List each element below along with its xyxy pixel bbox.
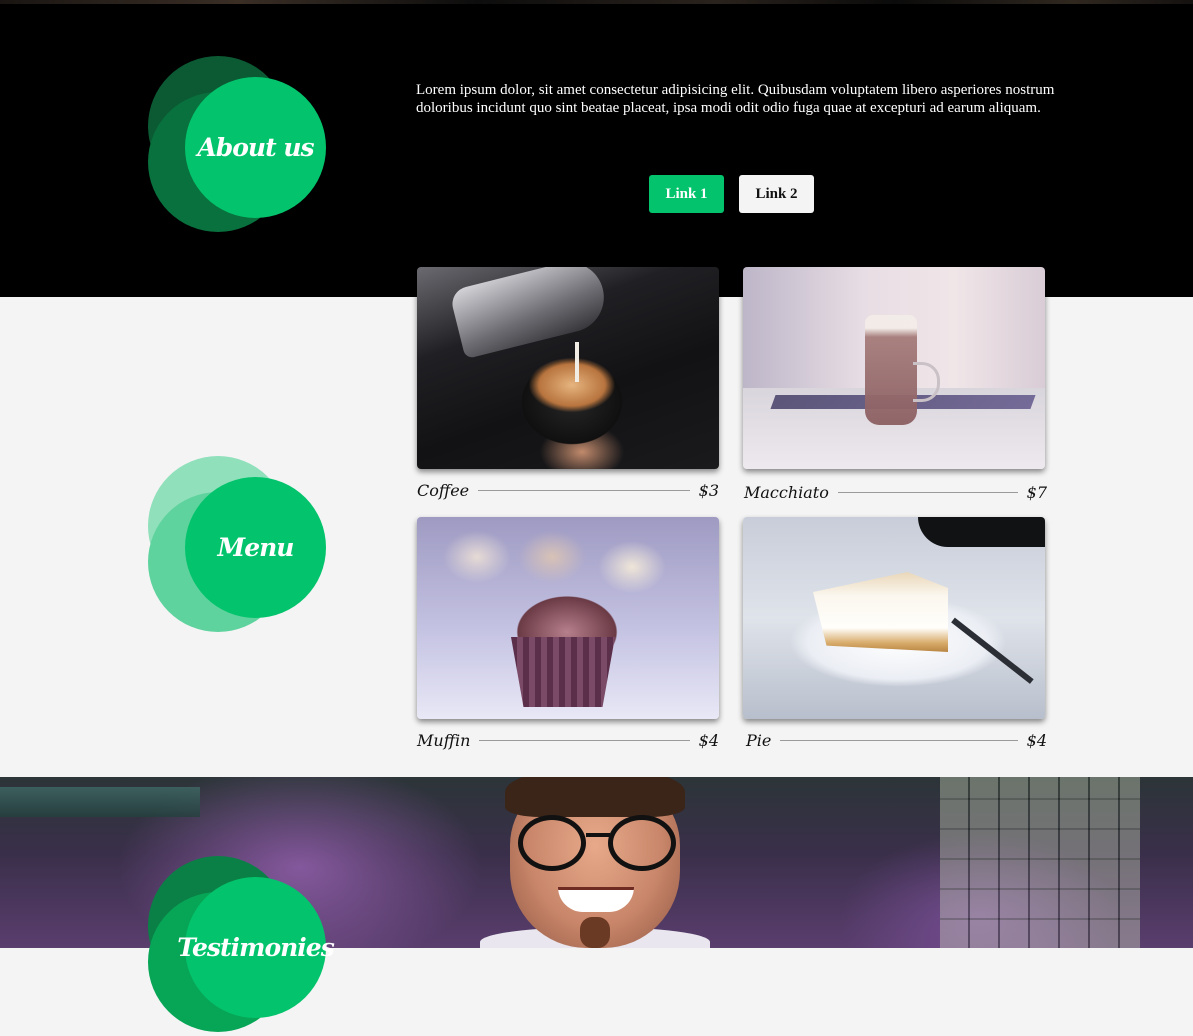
menu-item-name: Macchiato (744, 482, 829, 502)
testimonial-person-photo (480, 777, 710, 948)
coffee-image (417, 267, 719, 469)
menu-item-macchiato: Macchiato $7 (744, 480, 1047, 504)
link-2-button[interactable]: Link 2 (739, 175, 814, 213)
muffin-image (417, 517, 719, 719)
menu-item-divider (479, 739, 690, 741)
person-hair (505, 777, 685, 817)
menu-item-name: Muffin (417, 730, 471, 750)
person-beard (580, 917, 610, 948)
macchiato-image (743, 267, 1045, 469)
glasses-left-lens (518, 815, 586, 871)
menu-item-price: $7 (1026, 482, 1047, 502)
milk-pitcher (448, 267, 612, 360)
link-1-button[interactable]: Link 1 (649, 175, 724, 213)
menu-title: Menu (217, 533, 295, 562)
menu-item-pie: Pie $4 (746, 728, 1047, 752)
about-title: About us (197, 133, 314, 162)
menu-item-price: $4 (698, 730, 719, 750)
menu-item-divider (780, 739, 1018, 741)
muffin-cup (511, 637, 615, 707)
menu-item-muffin: Muffin $4 (417, 728, 719, 752)
about-heading-badge: About us (148, 56, 328, 236)
glasses-right-lens (608, 815, 676, 871)
background-dark-object (918, 517, 1045, 547)
glasses-bridge (586, 833, 610, 837)
background-window (940, 777, 1140, 948)
macchiato-glass (865, 315, 917, 425)
menu-item-price: $4 (1026, 730, 1047, 750)
fork-icon (951, 617, 1034, 684)
menu-item-coffee: Coffee $3 (417, 478, 719, 502)
background-lamp (0, 787, 200, 817)
pie-image (743, 517, 1045, 719)
menu-item-name: Coffee (417, 480, 470, 500)
menu-item-divider (478, 489, 690, 491)
menu-item-name: Pie (746, 730, 772, 750)
menu-item-divider (837, 491, 1018, 493)
menu-heading-badge: Menu (148, 456, 328, 636)
testimonials-heading-badge: Testimonies (148, 856, 335, 1036)
menu-item-price: $3 (698, 480, 719, 500)
milk-stream (575, 342, 579, 382)
about-paragraph: Lorem ipsum dolor, sit amet consectetur … (416, 82, 1055, 116)
pie-slice (813, 572, 948, 652)
